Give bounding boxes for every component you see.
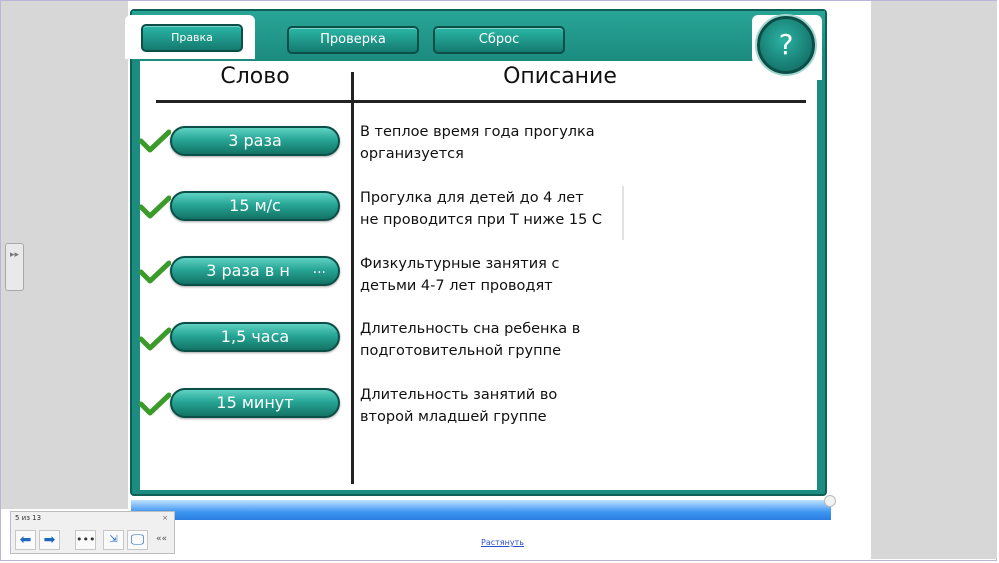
word-pill[interactable]: 15 минут	[170, 388, 340, 418]
navigation-panel: 5 из 13 × ⬅ ➡ ••• ⇲ 🖵 ««	[10, 511, 175, 554]
column-header-word: Слово	[220, 64, 290, 89]
word-label: 15 м/с	[229, 196, 281, 215]
description-line: Прогулка для детей до 4 лет	[360, 190, 584, 206]
arrow-left-icon: ⬅	[19, 532, 32, 548]
word-pill[interactable]: 15 м/с	[170, 191, 340, 221]
description-line: В теплое время года прогулка	[360, 124, 595, 140]
right-gutter	[871, 1, 997, 559]
description-line: организуется	[360, 146, 464, 162]
text-caret	[622, 186, 624, 240]
word-label: 1,5 часа	[220, 327, 290, 346]
word-label: 15 минут	[216, 393, 294, 412]
question-icon: ?	[778, 28, 794, 61]
more-dots-icon: •••	[76, 533, 96, 546]
progress-bar	[131, 500, 831, 520]
presentation-mode-button[interactable]: 🖵	[127, 530, 148, 550]
word-pill[interactable]: 3 раза в н ...	[170, 256, 340, 286]
slide-counter: 5 из 13	[15, 514, 42, 522]
fit-slide-button[interactable]: ⇲	[103, 530, 124, 550]
next-slide-button[interactable]: ➡	[39, 530, 60, 550]
description-cell: Физкультурные занятия с детьми 4-7 лет п…	[360, 253, 630, 297]
check-mark-icon	[139, 392, 171, 416]
reset-button[interactable]: Сброс	[433, 26, 565, 54]
check-mark-icon	[139, 195, 171, 219]
description-line: детьми 4-7 лет проводят	[360, 278, 553, 294]
arrow-right-icon: ➡	[43, 532, 56, 548]
fit-page-icon: ⇲	[109, 534, 118, 545]
description-line: Длительность сна ребенка в	[360, 321, 581, 337]
header-divider	[156, 100, 806, 103]
expand-arrows-icon: ▸▸	[9, 250, 20, 260]
close-icon[interactable]: ×	[162, 514, 168, 522]
more-button[interactable]: •••	[75, 530, 96, 550]
description-cell: Длительность занятий во второй младшей г…	[360, 384, 630, 428]
description-line: Длительность занятий во	[360, 387, 558, 403]
navigation-buttons: ⬅ ➡ ••• ⇲ 🖵 ««	[15, 530, 170, 550]
description-line: Физкультурные занятия с	[360, 256, 560, 272]
column-header-description: Описание	[503, 64, 617, 89]
check-mark-icon	[139, 260, 171, 284]
word-label: 3 раза в н	[206, 261, 290, 280]
description-cell: Длительность сна ребенка в подготовитель…	[360, 318, 630, 362]
resize-handle[interactable]	[824, 495, 836, 507]
word-pill[interactable]: 1,5 часа	[170, 322, 340, 352]
help-button[interactable]: ?	[757, 16, 815, 74]
description-cell: Прогулка для детей до 4 лет не проводитс…	[360, 187, 630, 231]
edit-button[interactable]: Правка	[141, 24, 243, 52]
word-pill[interactable]: 3 раза	[170, 126, 340, 156]
description-line: не проводится при Т ниже 15 С	[360, 212, 603, 228]
check-mark-icon	[139, 129, 171, 153]
check-button[interactable]: Проверка	[287, 26, 419, 54]
word-label: 3 раза	[228, 131, 282, 150]
more-ellipsis-icon: ...	[312, 261, 326, 277]
check-mark-icon	[139, 327, 171, 351]
double-chevron-left-icon: ««	[155, 534, 167, 544]
description-cell: В теплое время года прогулка организуетс…	[360, 121, 630, 165]
previous-slide-button[interactable]: ⬅	[15, 530, 36, 550]
description-line: второй младшей группе	[360, 409, 547, 425]
column-divider	[351, 72, 354, 484]
description-line: подготовительной группе	[360, 343, 562, 359]
side-panel-handle[interactable]: ▸▸	[5, 243, 24, 291]
expand-link[interactable]: Растянуть	[481, 538, 524, 547]
collapse-panel-button[interactable]: ««	[151, 530, 172, 550]
monitor-icon: 🖵	[130, 532, 145, 548]
